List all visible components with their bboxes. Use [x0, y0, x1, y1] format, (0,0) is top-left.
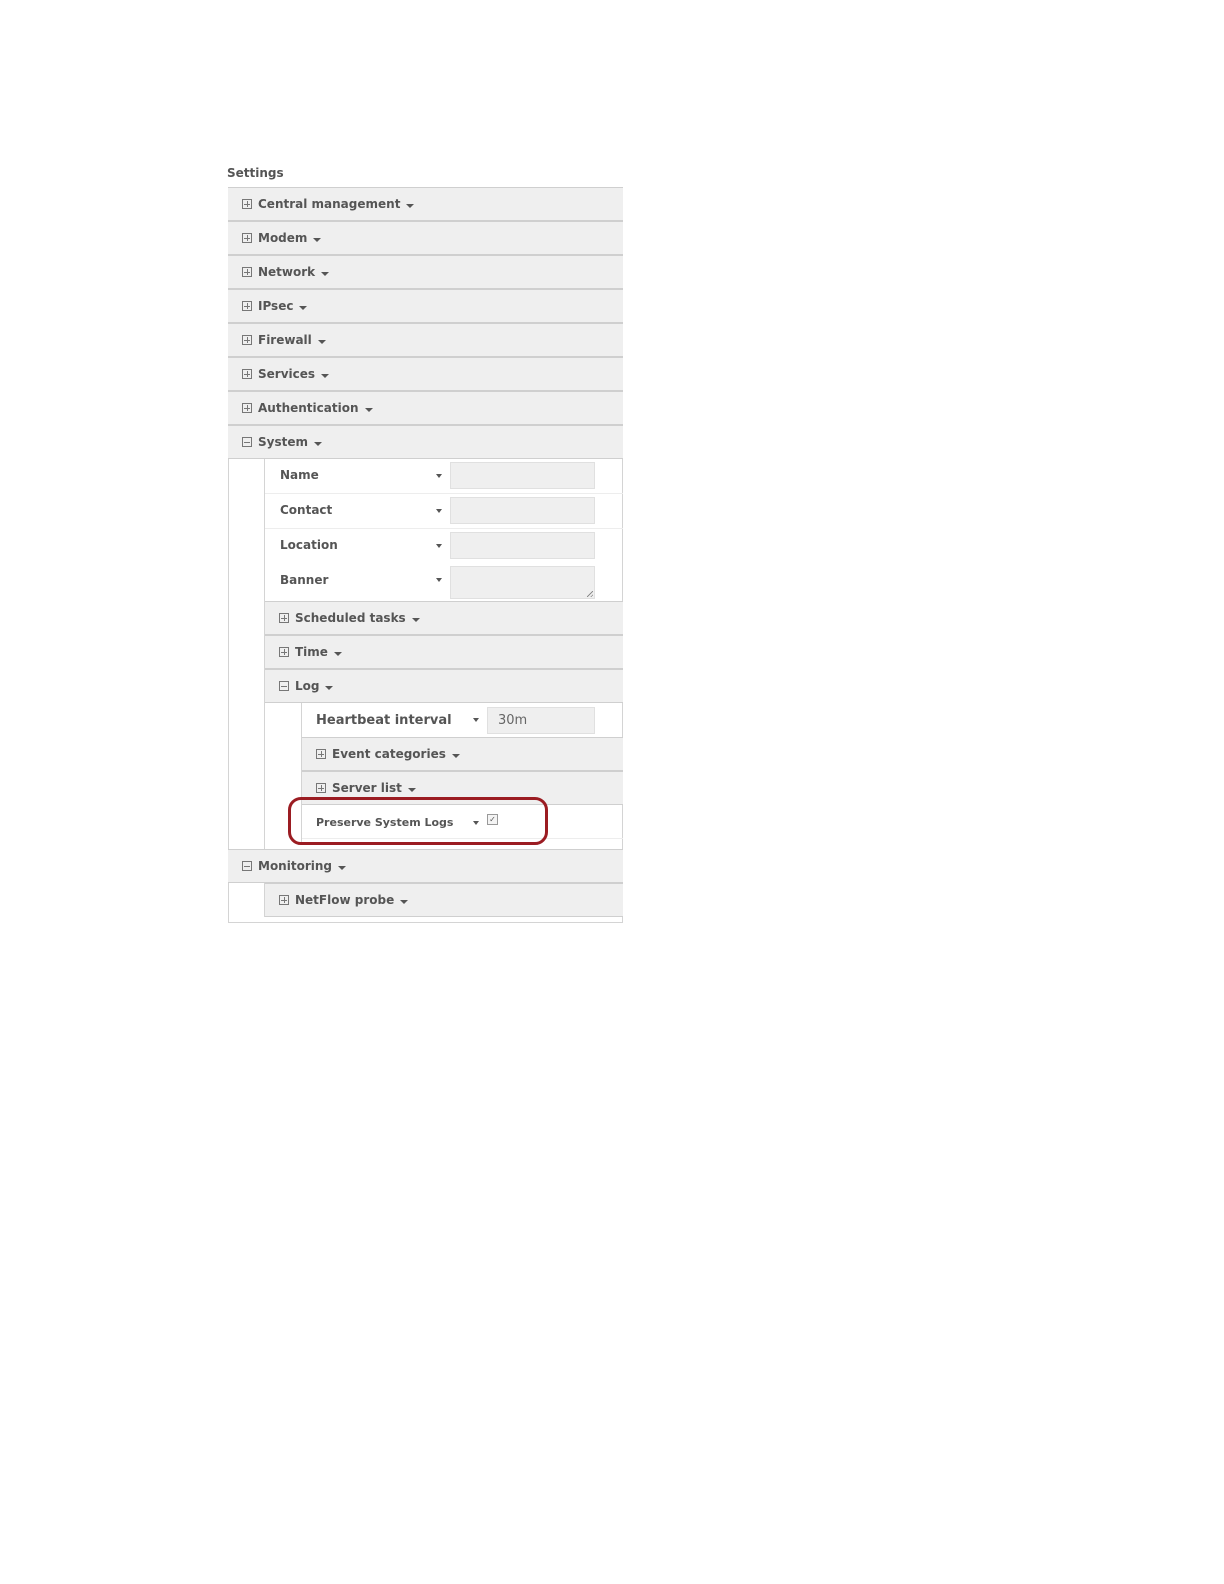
banner-textarea[interactable]	[450, 566, 595, 599]
group-firewall[interactable]: Firewall	[228, 323, 623, 357]
name-field[interactable]	[450, 462, 595, 489]
group-label: Scheduled tasks	[295, 611, 406, 625]
expand-plus-icon[interactable]	[242, 335, 252, 345]
group-ipsec[interactable]: IPsec	[228, 289, 623, 323]
location-label: Location	[280, 538, 338, 552]
group-network[interactable]: Network	[228, 255, 623, 289]
heartbeat-interval-label: Heartbeat interval	[316, 712, 452, 728]
group-time[interactable]: Time	[265, 635, 623, 669]
collapse-minus-icon[interactable]	[279, 681, 289, 691]
group-monitoring[interactable]: Monitoring	[228, 849, 623, 883]
caret-down-icon[interactable]	[314, 441, 322, 446]
expand-plus-icon[interactable]	[242, 403, 252, 413]
group-system[interactable]: System	[228, 425, 623, 459]
contact-label: Contact	[280, 503, 333, 517]
caret-down-icon[interactable]	[299, 305, 308, 310]
group-label: Services	[258, 367, 316, 381]
expand-plus-icon[interactable]	[242, 267, 252, 277]
group-label: IPsec	[258, 299, 294, 313]
caret-down-icon[interactable]	[436, 474, 442, 478]
group-label: Firewall	[258, 333, 312, 347]
group-label: Network	[258, 265, 316, 279]
group-label: Event categories	[332, 747, 446, 761]
expand-plus-icon[interactable]	[279, 613, 289, 623]
divider	[265, 528, 623, 529]
expand-plus-icon[interactable]	[242, 233, 252, 243]
caret-down-icon[interactable]	[473, 718, 479, 722]
group-log[interactable]: Log	[265, 669, 623, 703]
caret-down-icon[interactable]	[407, 787, 416, 792]
caret-down-icon[interactable]	[436, 578, 442, 582]
expand-plus-icon[interactable]	[242, 301, 252, 311]
caret-down-icon[interactable]	[321, 373, 330, 378]
caret-down-icon[interactable]	[321, 271, 330, 276]
group-services[interactable]: Services	[228, 357, 623, 391]
group-label: Log	[295, 679, 320, 693]
group-netflow-probe[interactable]: NetFlow probe	[265, 883, 623, 917]
expand-plus-icon[interactable]	[316, 783, 326, 793]
expand-plus-icon[interactable]	[279, 647, 289, 657]
caret-down-icon[interactable]	[313, 237, 322, 242]
settings-title: Settings	[227, 166, 284, 180]
group-scheduled-tasks[interactable]: Scheduled tasks	[265, 601, 623, 635]
expand-plus-icon[interactable]	[316, 749, 326, 759]
banner-label: Banner	[280, 573, 329, 587]
caret-down-icon[interactable]	[400, 899, 409, 904]
caret-down-icon[interactable]	[317, 339, 326, 344]
group-label: Central management	[258, 197, 401, 211]
expand-plus-icon[interactable]	[279, 895, 289, 905]
name-label: Name	[280, 468, 319, 482]
contact-field[interactable]	[450, 497, 595, 524]
group-label: Authentication	[258, 401, 359, 415]
group-modem[interactable]: Modem	[228, 221, 623, 255]
caret-down-icon[interactable]	[411, 617, 420, 622]
caret-down-icon[interactable]	[406, 203, 415, 208]
caret-down-icon[interactable]	[333, 651, 342, 656]
highlight-annotation	[288, 797, 548, 845]
group-label: Monitoring	[258, 859, 332, 873]
caret-down-icon[interactable]	[364, 407, 373, 412]
divider	[265, 493, 623, 494]
group-authentication[interactable]: Authentication	[228, 391, 623, 425]
group-label: Server list	[332, 781, 402, 795]
group-event-categories[interactable]: Event categories	[302, 737, 623, 771]
collapse-minus-icon[interactable]	[242, 861, 252, 871]
expand-plus-icon[interactable]	[242, 199, 252, 209]
group-label: System	[258, 435, 308, 449]
collapse-minus-icon[interactable]	[242, 437, 252, 447]
resize-handle-icon[interactable]	[587, 591, 593, 597]
heartbeat-interval-field[interactable]: 30m	[487, 707, 595, 734]
group-label: Modem	[258, 231, 308, 245]
caret-down-icon[interactable]	[338, 865, 346, 870]
caret-down-icon[interactable]	[436, 544, 442, 548]
location-field[interactable]	[450, 532, 595, 559]
caret-down-icon[interactable]	[325, 685, 334, 690]
group-label: Time	[295, 645, 328, 659]
group-label: NetFlow probe	[295, 893, 395, 907]
group-central-management[interactable]: Central management	[228, 187, 623, 221]
expand-plus-icon[interactable]	[242, 369, 252, 379]
caret-down-icon[interactable]	[451, 753, 460, 758]
caret-down-icon[interactable]	[436, 509, 442, 513]
